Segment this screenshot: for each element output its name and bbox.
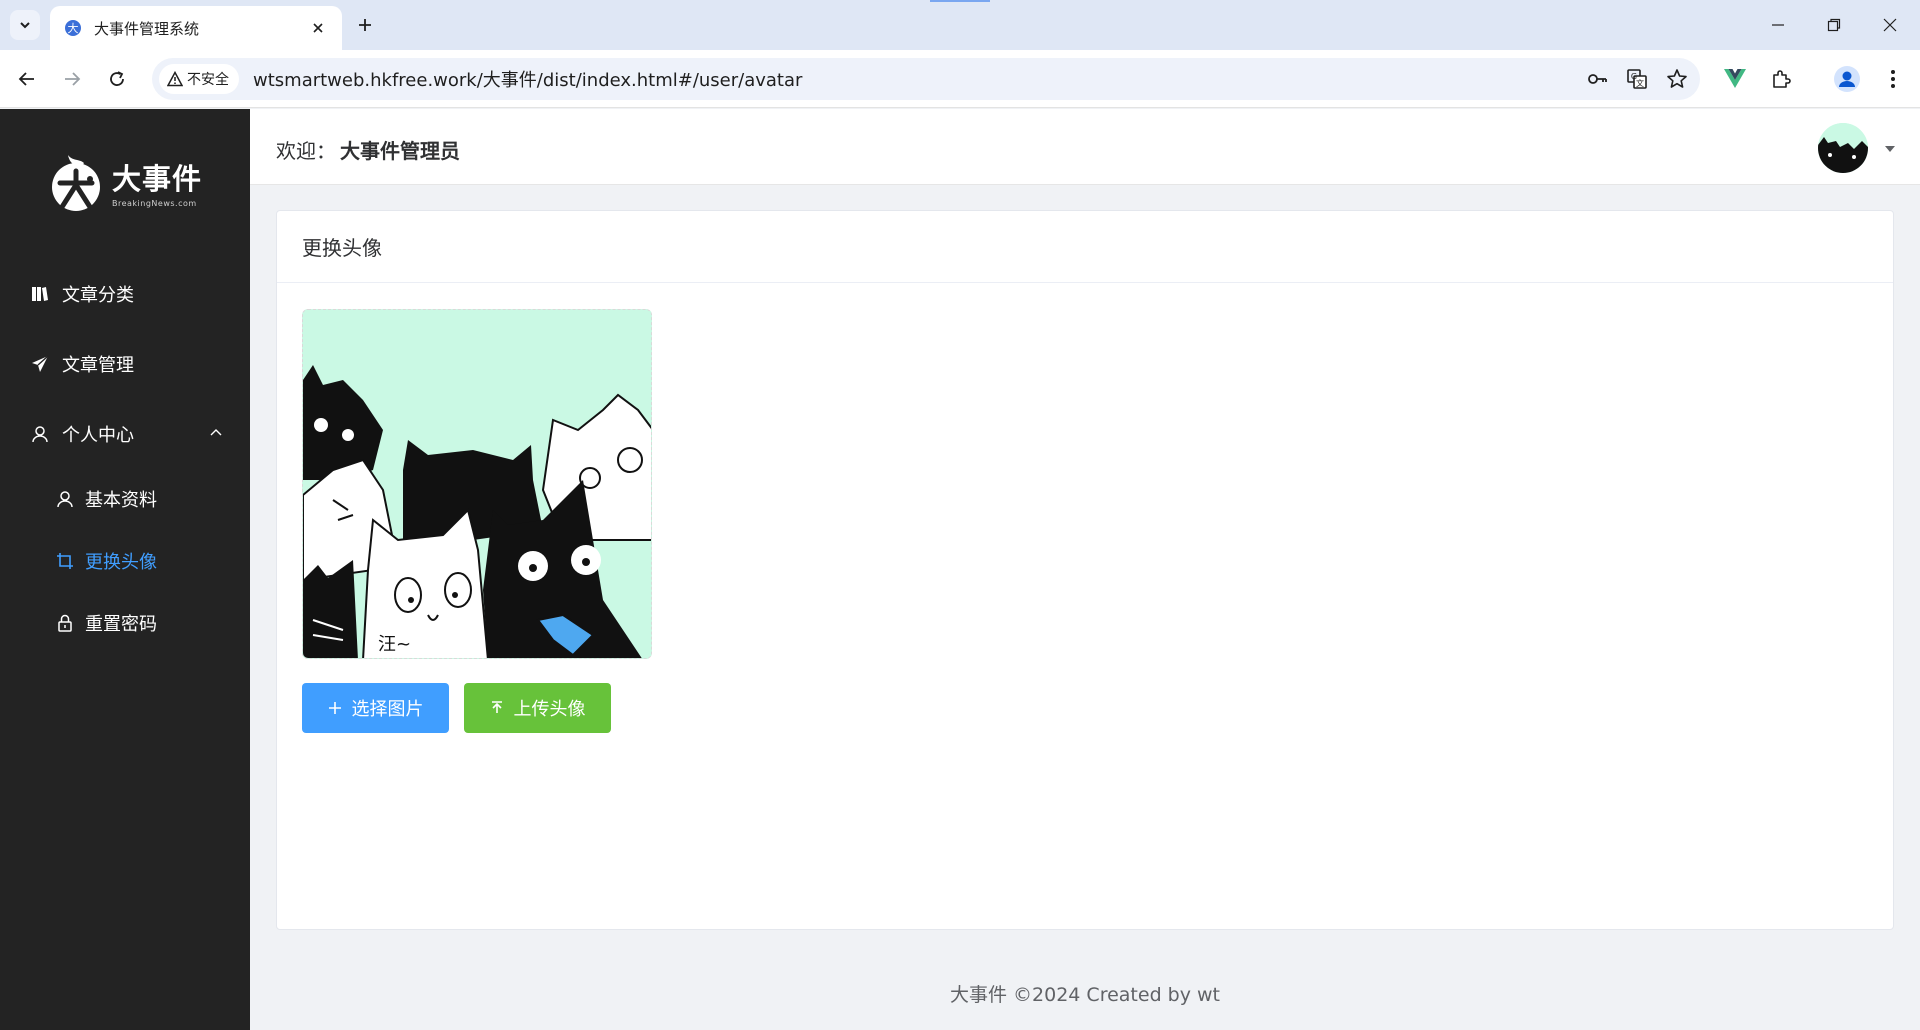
tab-close-button[interactable] xyxy=(308,18,328,38)
sidebar-subitem-profile[interactable]: 基本资料 xyxy=(0,468,250,530)
sidebar-item-label: 基本资料 xyxy=(85,490,157,511)
sidebar-item-label: 更换头像 xyxy=(85,552,157,573)
extensions-button[interactable] xyxy=(1764,62,1798,96)
logo-mark-icon xyxy=(52,155,100,211)
app-header: 欢迎： 大事件管理员 xyxy=(250,109,1920,185)
minimize-button[interactable] xyxy=(1750,0,1806,50)
sidebar-item-label: 重置密码 xyxy=(85,614,157,635)
browser-tab[interactable]: 大 大事件管理系统 xyxy=(50,6,342,50)
sidebar-item-article-manage[interactable]: 文章管理 xyxy=(0,329,250,399)
close-window-button[interactable] xyxy=(1862,0,1918,50)
user-icon xyxy=(55,489,75,509)
minimize-icon xyxy=(1772,24,1784,26)
forward-button[interactable] xyxy=(55,62,89,96)
tabstrip-indicator xyxy=(930,0,990,2)
select-image-label: 选择图片 xyxy=(351,699,424,720)
username: 大事件管理员 xyxy=(340,139,460,163)
profile-button[interactable] xyxy=(1830,62,1864,96)
restore-icon xyxy=(1827,18,1841,32)
cat-avatar-image: 汪~ xyxy=(303,310,651,658)
back-button[interactable] xyxy=(10,62,44,96)
bookmark-button[interactable] xyxy=(1660,62,1694,96)
arrow-left-icon xyxy=(18,72,34,86)
key-icon xyxy=(1588,74,1607,84)
reload-button[interactable] xyxy=(100,62,134,96)
tab-search-button[interactable] xyxy=(10,10,40,40)
caret-down-icon[interactable] xyxy=(1884,145,1896,153)
logo-title: 大事件 xyxy=(112,162,203,196)
svg-text:汪~: 汪~ xyxy=(378,634,411,655)
avatar-card: 更换头像 汪~ 选择图片 上传头像 xyxy=(276,210,1894,930)
vue-logo-icon xyxy=(1724,69,1746,88)
new-tab-button[interactable] xyxy=(350,10,380,40)
footer-text: 大事件 ©2024 Created by wt xyxy=(950,984,1220,1006)
reload-icon xyxy=(110,71,124,86)
site-favicon-icon: 大 xyxy=(65,20,81,36)
puzzle-icon xyxy=(1773,70,1791,88)
close-icon xyxy=(1883,18,1897,32)
crop-icon xyxy=(55,551,75,571)
vue-devtools-extension[interactable] xyxy=(1718,62,1752,96)
card-title: 更换头像 xyxy=(277,211,1893,283)
profile-avatar-icon xyxy=(1834,66,1860,92)
sidebar-subitem-avatar[interactable]: 更换头像 xyxy=(0,530,250,592)
select-image-button[interactable]: 选择图片 xyxy=(302,683,449,733)
security-chip[interactable]: 不安全 xyxy=(159,64,239,94)
sidebar-item-label: 文章分类 xyxy=(62,285,134,306)
chevron-down-icon xyxy=(20,22,30,29)
tab-title: 大事件管理系统 xyxy=(94,19,200,38)
password-key-button[interactable] xyxy=(1580,62,1614,96)
book-icon xyxy=(30,284,50,304)
paper-plane-icon xyxy=(30,354,50,374)
avatar-preview[interactable]: 汪~ xyxy=(302,309,652,659)
translate-icon: G文 xyxy=(1627,69,1647,89)
browser-tabstrip: 大 大事件管理系统 xyxy=(0,0,1920,50)
user-avatar[interactable] xyxy=(1818,123,1868,173)
browser-toolbar: 不安全 wtsmartweb.hkfree.work/大事件/dist/inde… xyxy=(0,50,1920,108)
sidebar-subitem-reset-password[interactable]: 重置密码 xyxy=(0,592,250,654)
welcome-prefix: 欢迎： xyxy=(276,139,336,163)
svg-text:大: 大 xyxy=(68,21,79,35)
warning-triangle-icon xyxy=(167,71,183,87)
chevron-up-icon xyxy=(210,429,222,436)
restore-button[interactable] xyxy=(1806,0,1862,50)
url-text[interactable]: wtsmartweb.hkfree.work/大事件/dist/index.ht… xyxy=(253,66,1580,92)
logo-subtitle: BreakingNews.com xyxy=(112,199,197,208)
star-icon xyxy=(1667,69,1687,88)
close-icon xyxy=(313,23,323,33)
more-vertical-icon xyxy=(1891,70,1895,88)
address-bar[interactable]: 不安全 wtsmartweb.hkfree.work/大事件/dist/inde… xyxy=(152,58,1700,100)
upload-icon xyxy=(491,701,502,713)
lock-icon xyxy=(55,613,75,633)
sidebar-item-label: 个人中心 xyxy=(62,425,134,446)
upload-avatar-label: 上传头像 xyxy=(513,699,586,720)
sidebar-item-article-category[interactable]: 文章分类 xyxy=(0,259,250,329)
user-icon xyxy=(30,424,50,444)
sidebar: 大事件 BreakingNews.com 文章分类 文章管理 个人中心 基本资料… xyxy=(0,109,250,1030)
plus-icon xyxy=(328,702,341,714)
cat-avatar-image xyxy=(1818,123,1868,173)
plus-icon xyxy=(359,19,371,31)
browser-menu-button[interactable] xyxy=(1876,62,1910,96)
upload-avatar-button[interactable]: 上传头像 xyxy=(464,683,611,733)
arrow-right-icon xyxy=(65,72,81,86)
sidebar-item-user-center[interactable]: 个人中心 xyxy=(0,399,250,469)
svg-text:文: 文 xyxy=(1636,78,1644,88)
app-logo: 大事件 BreakingNews.com xyxy=(46,149,202,215)
sidebar-item-label: 文章管理 xyxy=(62,355,134,376)
translate-button[interactable]: G文 xyxy=(1620,62,1654,96)
security-label: 不安全 xyxy=(187,72,229,88)
welcome-text: 欢迎： 大事件管理员 xyxy=(276,135,460,164)
